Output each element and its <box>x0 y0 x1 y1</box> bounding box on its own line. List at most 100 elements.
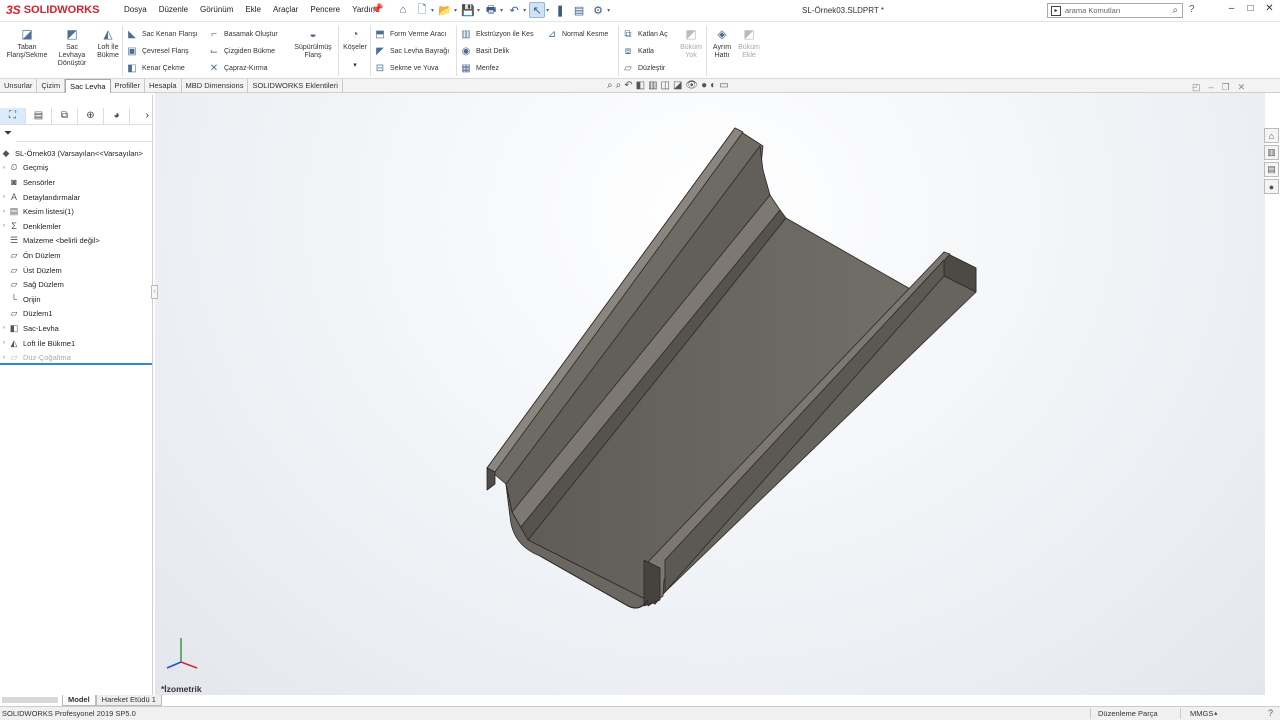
tab-motion-study-1[interactable]: Hareket Etüdü 1 <box>95 695 162 706</box>
tree-item[interactable]: › ◭ Loft İle Bükme1 <box>0 336 153 351</box>
displaymanager-tab-icon[interactable]: ◕ <box>104 107 130 124</box>
search-icon[interactable]: ⌕ <box>1172 5 1178 16</box>
chevron-down-icon[interactable]: ▾ <box>546 7 549 14</box>
filter-icon[interactable]: ⏷ <box>4 128 12 139</box>
base-flange-button[interactable]: ◪ Taban Flanş/Sekme <box>6 26 48 60</box>
help-icon[interactable]: ? <box>1189 4 1195 15</box>
chevron-up-icon[interactable]: ▴ <box>1214 709 1218 717</box>
minimize-icon[interactable]: – <box>1209 82 1214 93</box>
tree-item[interactable]: ▱ Üst Düzlem <box>0 263 153 278</box>
chevron-down-icon[interactable]: ▾ <box>431 7 434 14</box>
expand-arrow-icon[interactable]: › <box>0 340 8 346</box>
restore-icon[interactable]: ◰ <box>1192 82 1201 93</box>
tree-item[interactable]: › ⏲ Geçmiş <box>0 161 153 176</box>
expand-arrow-icon[interactable]: › <box>0 165 8 171</box>
rollback-bar[interactable] <box>0 363 152 365</box>
home-icon[interactable]: ⌂ <box>395 2 411 18</box>
menu-view[interactable]: Görünüm <box>194 5 239 14</box>
unfold-button[interactable]: ⧉ Katlan Aç <box>622 28 667 40</box>
apply-scene-icon[interactable]: ◐ <box>710 80 716 91</box>
forming-tool-button[interactable]: ⬒ Form Verme Aracı <box>374 28 446 40</box>
tile-icon[interactable]: ❐ <box>1222 82 1230 93</box>
search-input[interactable]: arama Komutları <box>1065 6 1168 15</box>
tree-item[interactable]: ▱ Sağ Düzlem <box>0 277 153 292</box>
sketched-bend-button[interactable]: ⌙ Çizgiden Bükme <box>208 45 275 57</box>
file-explorer-icon[interactable]: ▤ <box>1264 162 1279 177</box>
design-library-icon[interactable]: ▥ <box>1264 145 1279 160</box>
tab-addins[interactable]: SOLIDWORKS Eklentileri <box>248 79 343 93</box>
sheet-metal-part-model[interactable] <box>155 93 1265 695</box>
dynamic-annotation-icon[interactable]: ▥ <box>648 80 657 91</box>
tree-item[interactable]: ☰ Malzeme <belirli değil> <box>0 234 153 249</box>
normal-cut-button[interactable]: ⊿ Normal Kesme <box>546 28 609 40</box>
status-help-icon[interactable]: ? <box>1268 708 1273 718</box>
tab-mbd-dimensions[interactable]: MBD Dimensions <box>182 79 249 93</box>
tree-item[interactable]: › A Detaylandırmalar <box>0 190 153 205</box>
tree-item[interactable]: ◙ Sensörler <box>0 175 153 190</box>
pin-icon[interactable]: 📌 <box>371 4 383 15</box>
convert-to-sheet-metal-button[interactable]: ◩ Sac Levhaya Dönüştür <box>53 26 91 68</box>
chevron-down-icon[interactable]: ▾ <box>454 7 457 14</box>
appearances-icon[interactable]: ● <box>1264 179 1279 194</box>
corners-button[interactable]: ◔ Köşeler ▾ <box>341 26 369 70</box>
tree-item[interactable]: › Σ Denklemler <box>0 219 153 234</box>
insert-bends-button[interactable]: ◩ Büküm Ekle <box>736 26 762 60</box>
filter-input[interactable] <box>16 141 153 142</box>
swept-flange-button[interactable]: ◒ Süpürülmüş Flanş <box>290 26 336 60</box>
extruded-cut-button[interactable]: ▥ Ekstrüzyon ile Kes <box>460 28 533 40</box>
tab-features[interactable]: Unsurlar <box>0 79 38 93</box>
select-pointer-icon[interactable]: ↖ <box>529 2 546 18</box>
edge-flange-button[interactable]: ◣ Sac Kenarı Flanşı <box>126 28 198 40</box>
solidworks-logo[interactable]: 3S SOLIDWORKS <box>6 3 99 17</box>
rip-button[interactable]: ◈ Ayrım Hattı <box>709 26 735 60</box>
hem-button[interactable]: ◧ Kenar Çekme <box>126 62 185 74</box>
no-bends-button[interactable]: ◩ Büküm Yok <box>678 26 704 60</box>
new-document-icon[interactable]: 🗋 <box>414 2 430 18</box>
tab-model[interactable]: Model <box>62 695 96 706</box>
hide-show-icon[interactable]: 👁 <box>685 80 698 91</box>
tree-item[interactable]: └ Orijin <box>0 292 153 307</box>
minimize-button[interactable]: – <box>1222 3 1241 14</box>
tab-evaluate[interactable]: Hesapla <box>145 79 182 93</box>
scroll-track[interactable] <box>2 697 58 703</box>
flatten-button[interactable]: ▱ Düzleştir <box>622 62 665 74</box>
file-properties-icon[interactable]: ▤ <box>571 2 587 18</box>
open-icon[interactable]: 📂 <box>437 2 453 18</box>
tree-item[interactable]: › ▤ Kesim listesi(1) <box>0 204 153 219</box>
expand-arrow-icon[interactable]: › <box>0 355 8 361</box>
expand-arrow-icon[interactable]: › <box>0 194 8 200</box>
chevron-down-icon[interactable]: ▾ <box>607 7 610 14</box>
tree-item[interactable]: › ◧ Sac-Levha <box>0 321 153 336</box>
tree-item[interactable]: ▱ Düzlem1 <box>0 307 153 322</box>
save-icon[interactable]: 💾 <box>460 2 476 18</box>
menu-edit[interactable]: Düzenle <box>153 5 194 14</box>
rebuild-icon[interactable]: ❚ <box>552 2 568 18</box>
expand-arrow-icon[interactable]: › <box>0 223 8 229</box>
vent-button[interactable]: ▦ Menfez <box>460 62 499 74</box>
jog-button[interactable]: ⌐ Basamak Oluştur <box>208 28 278 40</box>
miter-flange-button[interactable]: ▣ Çevresel Flanş <box>126 45 188 57</box>
fold-button[interactable]: ⧈ Katla <box>622 45 654 57</box>
chevron-down-icon[interactable]: ▾ <box>477 7 480 14</box>
featuremanager-tab-icon[interactable]: ⛶ <box>0 107 26 124</box>
sheet-metal-gusset-button[interactable]: ◤ Sac Levha Bayrağı <box>374 45 449 57</box>
menu-insert[interactable]: Ekle <box>239 5 267 14</box>
expand-arrow-icon[interactable]: › <box>0 325 8 331</box>
menu-window[interactable]: Pencere <box>304 5 346 14</box>
options-gear-icon[interactable]: ⚙ <box>590 2 606 18</box>
configurationmanager-tab-icon[interactable]: ⧉ <box>52 107 78 124</box>
simple-hole-button[interactable]: ◉ Basit Delik <box>460 45 509 57</box>
chevron-down-icon[interactable]: ▾ <box>500 7 503 14</box>
edit-appearance-icon[interactable]: ● <box>701 80 707 91</box>
view-orientation-icon[interactable]: ◫ <box>661 80 670 91</box>
chevron-down-icon[interactable]: ▾ <box>353 62 357 70</box>
lofted-bend-button[interactable]: ◭ Loft İle Bükme <box>93 26 123 60</box>
display-style-icon[interactable]: ◪ <box>673 80 682 91</box>
search-commands-box[interactable]: ▸ arama Komutları ⌕ <box>1047 3 1183 18</box>
previous-view-icon[interactable]: ↶ <box>624 80 632 91</box>
tree-item[interactable]: ▱ Ön Düzlem <box>0 248 153 263</box>
chevron-down-icon[interactable]: ▾ <box>523 7 526 14</box>
tab-sheet-metal[interactable]: Sac Levha <box>65 79 111 93</box>
resources-icon[interactable]: ⌂ <box>1264 128 1279 143</box>
close-button[interactable]: ✕ <box>1260 3 1279 14</box>
